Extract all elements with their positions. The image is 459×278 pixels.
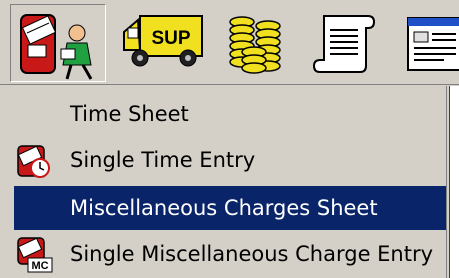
menu-item-label: Miscellaneous Charges Sheet [70, 196, 378, 220]
charges-button[interactable] [218, 6, 298, 78]
dropdown-menu: Time Sheet Single Time Entry Miscellaneo… [0, 86, 450, 278]
timesheet-mail-icon [20, 14, 93, 80]
form-document-icon [407, 17, 459, 71]
supply-truck-icon: SUP [123, 15, 203, 67]
coin-stacks-icon [229, 16, 281, 74]
menu-item-label: Single Time Entry [70, 148, 256, 172]
toolbar-divider [0, 84, 459, 85]
supplies-button[interactable]: SUP [118, 6, 210, 78]
menu-item-misc-charges-sheet[interactable]: Miscellaneous Charges Sheet [14, 186, 446, 230]
menu-item-single-time-entry[interactable]: Single Time Entry [14, 138, 446, 182]
single-time-entry-icon [17, 145, 50, 178]
single-misc-charge-icon: MC [17, 237, 53, 273]
scroll-button[interactable] [312, 6, 380, 78]
truck-badge-text: SUP [151, 28, 190, 49]
menu-item-time-sheet[interactable]: Time Sheet [14, 92, 446, 136]
scroll-document-icon [312, 15, 376, 73]
menu-item-label: Time Sheet [70, 102, 189, 126]
form-button[interactable] [404, 6, 459, 78]
toolbar: SUP [0, 0, 459, 86]
menu-item-label: Single Miscellaneous Charge Entry [70, 242, 434, 266]
dropdown-menu-inner: Time Sheet Single Time Entry Miscellaneo… [0, 86, 447, 278]
timesheet-button[interactable] [10, 4, 106, 82]
menu-item-single-misc-charge-entry[interactable]: MC Single Miscellaneous Charge Entry [14, 232, 446, 276]
misc-charge-icon-text: MC [31, 260, 48, 272]
